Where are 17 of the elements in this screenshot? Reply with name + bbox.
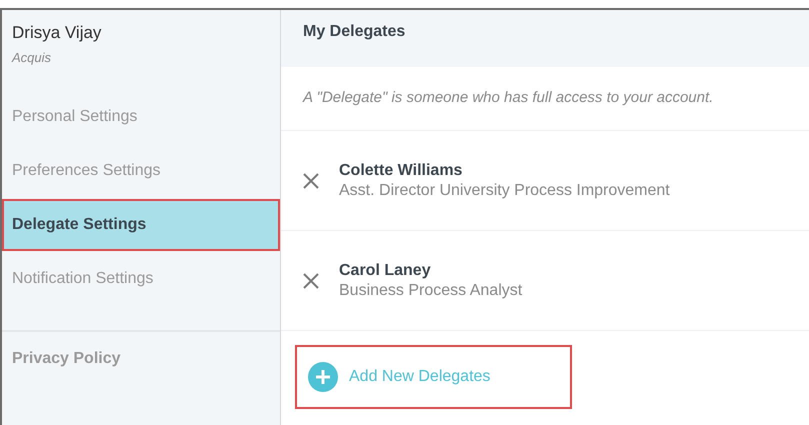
add-delegates-button[interactable]: Add New Delegates	[295, 345, 572, 409]
delegate-name: Carol Laney	[339, 260, 432, 280]
description-text: A "Delegate" is someone who has full access to your account.	[303, 88, 714, 108]
remove-icon[interactable]	[301, 170, 321, 190]
sidebar-item[interactable]: Notification Settings	[2, 253, 280, 305]
user-name: Drisya Vijay	[12, 22, 102, 44]
sidebar-item[interactable]: Personal Settings	[2, 91, 280, 143]
privacy-policy-link[interactable]: Privacy Policy	[2, 346, 131, 370]
delegate-name: Colette Williams	[339, 160, 464, 180]
delegate-role: Business Process Analyst	[339, 280, 522, 300]
organization-name: Acquis	[12, 48, 52, 67]
plus-icon	[308, 362, 338, 392]
panel-title: My Delegates	[303, 22, 406, 42]
sidebar-item[interactable]: Preferences Settings	[2, 145, 280, 197]
delegate-role: Asst. Director University Process Improvement	[339, 180, 670, 200]
remove-icon[interactable]	[301, 270, 321, 290]
sidebar-item[interactable]: Delegate Settings	[2, 199, 280, 251]
